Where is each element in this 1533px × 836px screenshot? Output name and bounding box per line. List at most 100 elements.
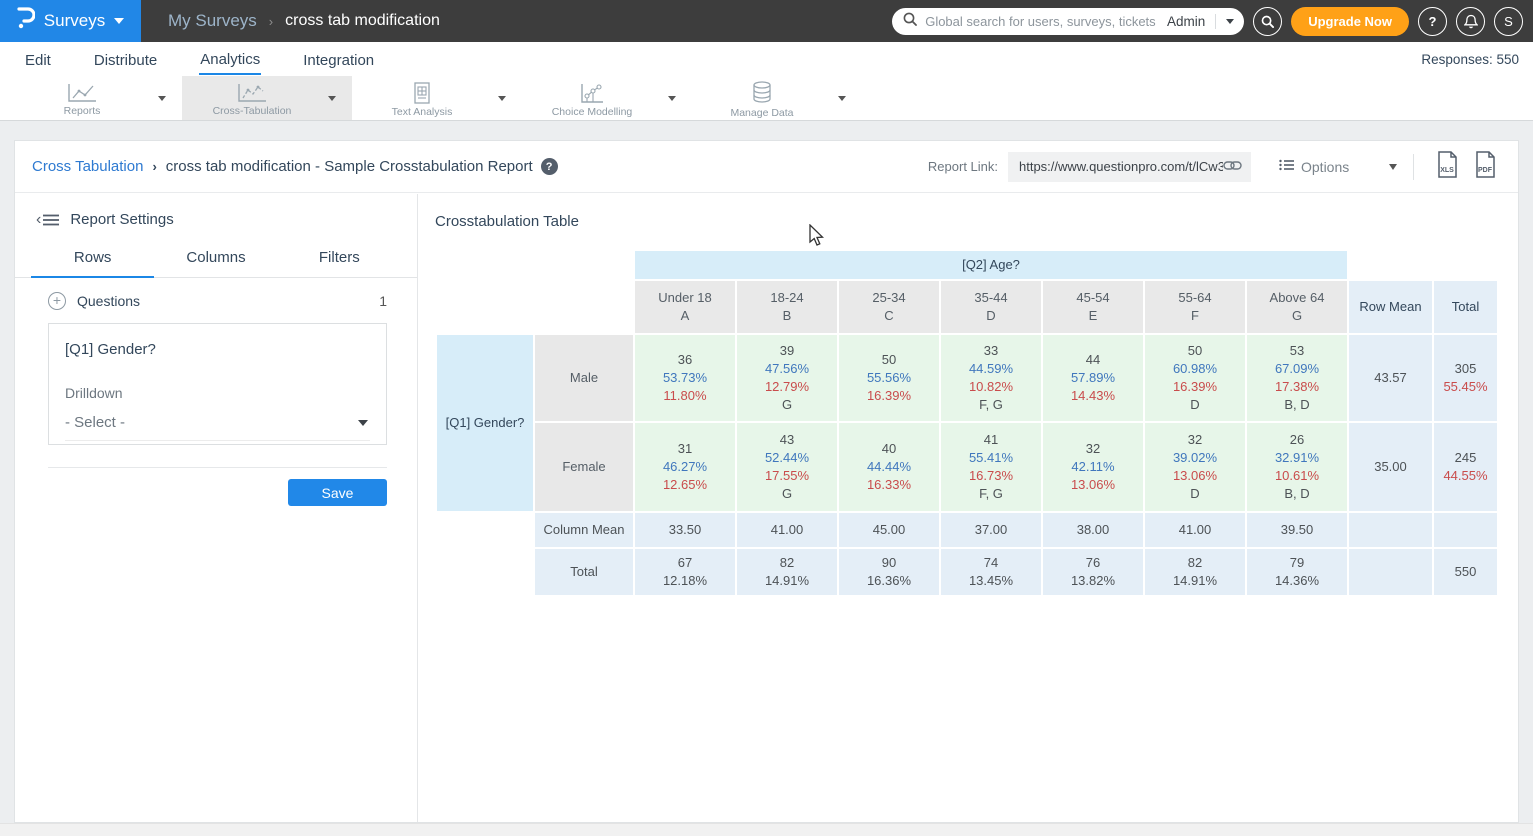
questions-count-badge: 1 (379, 293, 387, 309)
save-button[interactable]: Save (288, 479, 387, 506)
help-icon[interactable]: ? (541, 158, 558, 175)
total-percent: 55.45% (1434, 378, 1497, 396)
column-letter: G (1247, 307, 1347, 325)
tab-edit[interactable]: Edit (24, 45, 52, 74)
line-chart-icon (236, 83, 268, 103)
chevron-down-icon[interactable] (668, 96, 676, 101)
notifications-button[interactable] (1456, 7, 1485, 36)
total-count: 82 (1145, 554, 1245, 572)
tab-rows[interactable]: Rows (31, 249, 154, 278)
column-header-G: Above 64G (1247, 281, 1347, 333)
row-label-male: Male (535, 335, 633, 421)
chevron-down-icon[interactable] (498, 96, 506, 101)
breadcrumb-my-surveys[interactable]: My Surveys (168, 11, 257, 31)
report-link-field[interactable]: https://www.questionpro.com/t/lCw3Zc (1008, 152, 1251, 182)
data-cell: 5060.98%16.39%D (1145, 335, 1245, 421)
horizontal-scrollbar[interactable] (0, 823, 1533, 836)
drilldown-select[interactable]: - Select - (65, 414, 370, 441)
cell-column-percent: 12.79% (737, 378, 837, 396)
options-label: Options (1301, 159, 1349, 175)
tab-analytics[interactable]: Analytics (199, 44, 261, 75)
cell-significance: F, G (941, 396, 1041, 414)
surveys-app-switcher[interactable]: Surveys (0, 0, 141, 42)
cell-count: 31 (635, 440, 735, 458)
column-total-cell: 8214.91% (737, 549, 837, 595)
cell-count: 50 (839, 351, 939, 369)
cell-count: 39 (737, 342, 837, 360)
chevron-down-icon[interactable] (838, 96, 846, 101)
export-xls-button[interactable]: XLS (1435, 151, 1459, 183)
cell-row-percent: 39.02% (1145, 449, 1245, 467)
database-icon (751, 81, 773, 105)
cell-column-percent: 17.55% (737, 467, 837, 485)
cell-column-percent: 13.06% (1043, 476, 1143, 494)
help-button[interactable]: ? (1418, 7, 1447, 36)
chevron-down-icon[interactable] (1226, 19, 1234, 24)
drilldown-label: Drilldown (65, 385, 370, 401)
questions-row[interactable]: + Questions 1 (48, 292, 387, 310)
cell-row-percent: 57.89% (1043, 369, 1143, 387)
avatar-initial: S (1504, 14, 1513, 29)
column-label: 45-54 (1043, 289, 1143, 307)
cell-count: 50 (1145, 342, 1245, 360)
blank-summary-cell (1434, 513, 1497, 547)
cell-significance: G (737, 396, 837, 414)
bell-icon (1464, 14, 1478, 29)
column-header-D: 35-44D (941, 281, 1041, 333)
column-total-cell: 6712.18% (635, 549, 735, 595)
column-mean-cell: 33.50 (635, 513, 735, 547)
user-avatar[interactable]: S (1494, 7, 1523, 36)
collapse-panel-icon[interactable]: ‹ (36, 212, 59, 228)
upgrade-now-button[interactable]: Upgrade Now (1291, 7, 1409, 36)
toolbar-cross-tabulation[interactable]: Cross-Tabulation (182, 76, 352, 120)
search-button[interactable] (1253, 7, 1282, 36)
toolbar-text-analysis[interactable]: Text Analysis (352, 76, 522, 120)
report-header: Cross Tabulation › cross tab modificatio… (15, 141, 1518, 193)
row-label-female: Female (535, 423, 633, 511)
tab-filters[interactable]: Filters (278, 249, 401, 277)
cell-significance: D (1145, 396, 1245, 414)
settings-tabs: Rows Columns Filters (15, 249, 417, 278)
breadcrumb-separator: › (152, 159, 156, 174)
link-icon[interactable] (1223, 158, 1242, 176)
export-pdf-button[interactable]: PDF (1473, 151, 1497, 183)
search-scope-admin[interactable]: Admin (1159, 14, 1216, 29)
chevron-down-icon[interactable] (158, 96, 166, 101)
brand-label: Surveys (44, 11, 105, 31)
total-count: 79 (1247, 554, 1347, 572)
cell-column-percent: 10.82% (941, 378, 1041, 396)
row-mean-cell: 35.00 (1349, 423, 1432, 511)
toolbar-choice-modelling[interactable]: Choice Modelling (522, 76, 692, 120)
svg-text:PDF: PDF (1478, 167, 1493, 174)
toolbar-manage-data[interactable]: Manage Data (692, 76, 862, 120)
tab-distribute[interactable]: Distribute (93, 45, 158, 74)
tab-columns[interactable]: Columns (154, 249, 277, 277)
column-label: 35-44 (941, 289, 1041, 307)
cell-column-percent: 17.38% (1247, 378, 1347, 396)
questionpro-logo-icon (17, 6, 35, 35)
column-mean-cell: 37.00 (941, 513, 1041, 547)
survey-nav-tabs: Edit Distribute Analytics Integration Re… (0, 42, 1533, 76)
column-header-A: Under 18A (635, 281, 735, 333)
total-percent: 14.36% (1247, 572, 1347, 590)
options-dropdown[interactable]: Options (1279, 158, 1397, 176)
toolbar-reports[interactable]: Reports (12, 76, 182, 120)
cell-row-percent: 44.44% (839, 458, 939, 476)
data-cell: 3146.27%12.65% (635, 423, 735, 511)
toolbar-item-label: Cross-Tabulation (213, 105, 292, 117)
report-link-url[interactable]: https://www.questionpro.com/t/lCw3Zc (1019, 159, 1223, 174)
top-header-bar: Surveys My Surveys › cross tab modificat… (0, 0, 1533, 42)
chevron-down-icon[interactable] (328, 96, 336, 101)
global-search[interactable]: Admin (892, 8, 1244, 35)
toolbar-item-label: Manage Data (730, 107, 793, 119)
column-group-header: [Q2] Age? (635, 251, 1347, 279)
chevron-down-icon (1389, 164, 1397, 170)
cell-significance: D (1145, 485, 1245, 503)
report-title: cross tab modification - Sample Crosstab… (166, 158, 533, 175)
search-input[interactable] (925, 14, 1159, 29)
add-question-icon[interactable]: + (48, 292, 66, 310)
column-label: Under 18 (635, 289, 735, 307)
crosstab-table: [Q2] Age?Under 18A18-24B25-34C35-44D45-5… (435, 249, 1518, 597)
tab-integration[interactable]: Integration (302, 45, 375, 74)
breadcrumb-cross-tabulation-link[interactable]: Cross Tabulation (32, 158, 143, 175)
